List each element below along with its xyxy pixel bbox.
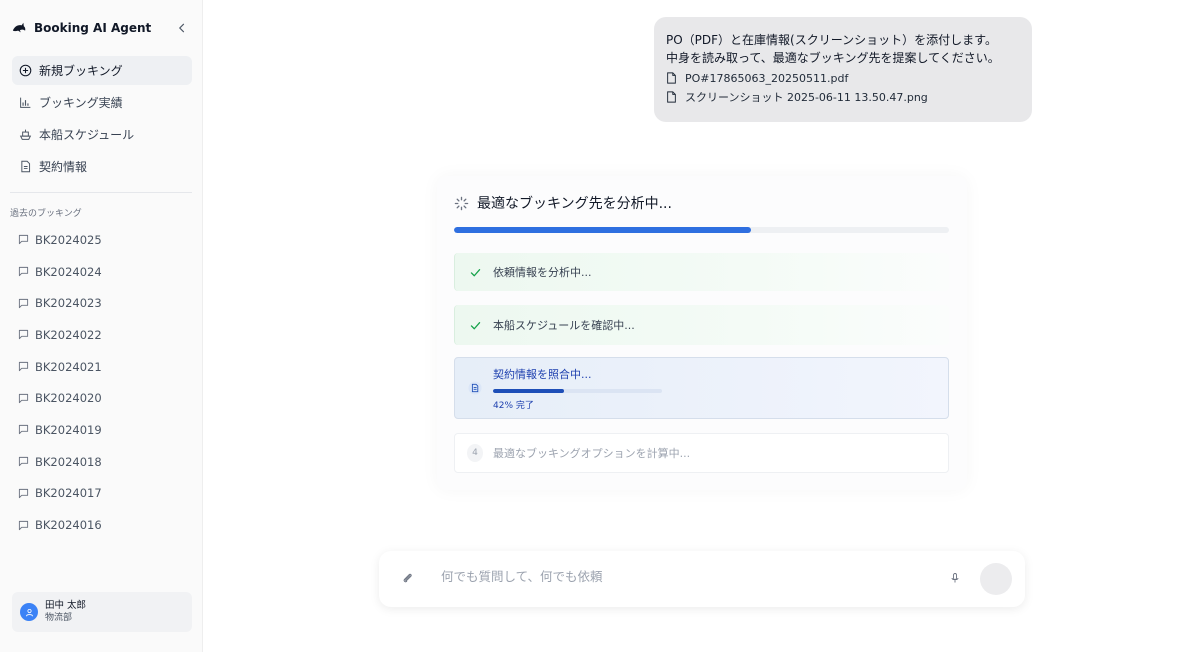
- send-button[interactable]: [980, 563, 1012, 595]
- analysis-card: 最適なブッキング先を分析中... 依頼情報を分析中... 本船スケジュールを確認…: [437, 176, 967, 490]
- history-item-label: BK2024018: [35, 454, 102, 469]
- history-item[interactable]: BK2024023: [12, 287, 192, 319]
- user-info: 田中 太郎 物流部: [45, 600, 86, 624]
- analysis-progress-fill: [454, 227, 751, 233]
- user-icon: [25, 608, 33, 616]
- user-name: 田中 太郎: [45, 600, 87, 611]
- message-line: 中身を読み取って、最適なブッキング先を提案してください。: [666, 51, 1000, 65]
- analysis-header: 最適なブッキング先を分析中...: [454, 193, 672, 213]
- ship-icon: [19, 128, 32, 141]
- nav-item-new-booking[interactable]: 新規ブッキング: [12, 56, 192, 85]
- history-item-label: BK2024019: [35, 422, 102, 437]
- step-label: 依頼情報を分析中...: [493, 266, 592, 279]
- brand: Booking AI Agent: [12, 18, 192, 38]
- document-search-icon: [467, 380, 483, 396]
- history-item-label: BK2024020: [35, 391, 102, 406]
- paperclip-icon[interactable]: [400, 570, 414, 586]
- chat-bubble-icon: [18, 361, 29, 372]
- history-item-label: BK2024025: [35, 232, 102, 247]
- chat-bubble-icon: [18, 234, 29, 245]
- chat-composer: [379, 551, 1025, 607]
- chevron-left-icon[interactable]: [174, 20, 190, 36]
- chat-bubble-icon: [18, 456, 29, 467]
- message-line: PO（PDF）と在庫情報(スクリーンショット）を添付します。: [666, 33, 997, 47]
- nav-item-contract-info[interactable]: 契約情報: [12, 152, 192, 181]
- nav-item-vessel-schedule[interactable]: 本船スケジュール: [12, 120, 192, 149]
- microphone-icon[interactable]: [948, 570, 962, 586]
- history-item[interactable]: BK2024022: [12, 319, 192, 351]
- app-title: Booking AI Agent: [34, 21, 152, 35]
- history-item-label: BK2024017: [35, 486, 102, 501]
- step-contract-matching: 契約情報を照合中... 42% 完了: [454, 357, 949, 419]
- history-item[interactable]: BK2024016: [12, 509, 192, 541]
- attachment-pdf[interactable]: PO#17865063_20250511.pdf: [666, 70, 1020, 86]
- step-booking-calculation: 4 最適なブッキングオプションを計算中...: [454, 433, 949, 473]
- user-department: 物流部: [45, 613, 73, 623]
- step-progress-fill: [493, 388, 564, 393]
- avatar: [20, 603, 38, 621]
- step-request-analysis: 依頼情報を分析中...: [454, 253, 949, 291]
- chat-bubble-icon: [18, 298, 29, 309]
- history-item-label: BK2024021: [35, 359, 102, 374]
- step-vessel-schedule: 本船スケジュールを確認中...: [454, 305, 949, 345]
- history-item[interactable]: BK2024020: [12, 382, 192, 414]
- attachment-image[interactable]: スクリーンショット 2025-06-11 13.50.47.png: [666, 89, 1020, 105]
- history-item-label: BK2024016: [35, 518, 102, 533]
- step-label: 本船スケジュールを確認中...: [493, 319, 635, 332]
- chat-bubble-icon: [18, 520, 29, 531]
- user-message-bubble: PO（PDF）と在庫情報(スクリーンショット）を添付します。 中身を読み取って、…: [654, 17, 1032, 122]
- attachment-name: スクリーンショット 2025-06-11 13.50.47.png: [685, 91, 928, 104]
- chat-bubble-icon: [18, 424, 29, 435]
- chat-bubble-icon: [18, 393, 29, 404]
- history-item[interactable]: BK2024021: [12, 351, 192, 383]
- step-number-badge: 4: [467, 444, 483, 462]
- check-icon: [467, 264, 483, 280]
- nav-item-label: 契約情報: [39, 160, 88, 174]
- sidebar-divider: [10, 192, 192, 193]
- check-icon: [467, 317, 483, 333]
- step-progress-bar: [493, 388, 662, 393]
- dolphin-icon: [12, 21, 26, 35]
- plus-circle-icon: [19, 64, 32, 77]
- booking-history-list: BK2024025 BK2024024 BK2024023 BK2024022 …: [12, 224, 192, 541]
- history-item-label: BK2024022: [35, 327, 102, 342]
- step-label: 最適なブッキングオプションを計算中...: [493, 447, 691, 460]
- nav-item-label: ブッキング実績: [39, 96, 123, 110]
- chat-input[interactable]: [441, 566, 921, 586]
- analysis-progress-bar: [454, 227, 949, 233]
- chat-bubble-icon: [18, 266, 29, 277]
- main-nav: 新規ブッキング ブッキング実績 本船スケジュール 契約情報: [12, 56, 192, 184]
- file-icon: [666, 91, 677, 103]
- history-item[interactable]: BK2024019: [12, 414, 192, 446]
- analysis-title: 最適なブッキング先を分析中...: [477, 196, 672, 212]
- spinner-icon: [454, 196, 469, 211]
- step-number: 4: [467, 444, 483, 462]
- attachment-name: PO#17865063_20250511.pdf: [685, 71, 849, 85]
- history-item-label: BK2024023: [35, 296, 102, 311]
- active-step-body: 契約情報を照合中... 42% 完了: [493, 366, 662, 411]
- history-item[interactable]: BK2024018: [12, 446, 192, 478]
- history-item[interactable]: BK2024017: [12, 478, 192, 510]
- sidebar: Booking AI Agent 新規ブッキング ブッキング実績 本船スケジュー…: [0, 0, 203, 652]
- step-progress-text: 42% 完了: [493, 400, 534, 411]
- chat-bubble-icon: [18, 488, 29, 499]
- file-icon: [666, 72, 677, 84]
- nav-item-label: 新規ブッキング: [39, 64, 123, 78]
- history-item[interactable]: BK2024025: [12, 224, 192, 256]
- nav-item-booking-history[interactable]: ブッキング実績: [12, 88, 192, 117]
- bar-chart-icon: [19, 96, 32, 109]
- user-profile[interactable]: 田中 太郎 物流部: [12, 592, 192, 632]
- history-section-title: 過去のブッキング: [10, 209, 82, 219]
- chat-bubble-icon: [18, 329, 29, 340]
- history-item[interactable]: BK2024024: [12, 256, 192, 288]
- step-label: 契約情報を照合中...: [493, 367, 592, 381]
- history-item-label: BK2024024: [35, 264, 102, 279]
- document-icon: [19, 160, 32, 173]
- nav-item-label: 本船スケジュール: [39, 128, 135, 142]
